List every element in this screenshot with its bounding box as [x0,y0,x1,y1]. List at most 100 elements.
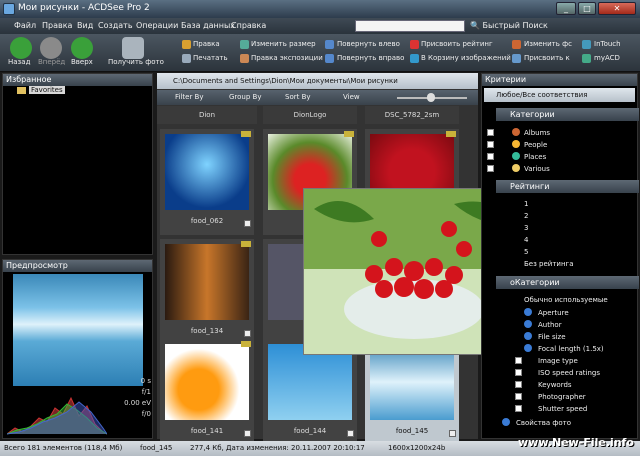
path-bar[interactable]: C:\Documents and Settings\Dion\Мои докум… [157,73,478,89]
file-size-icon [524,332,532,340]
zoom-slider-thumb[interactable] [427,93,435,102]
maximize-button[interactable]: □ [578,2,596,15]
sort-button[interactable]: Sort By [285,93,311,101]
auto-aperture[interactable]: Aperture [538,309,569,317]
auto-photographer[interactable]: Photographer [538,393,586,401]
resize-button[interactable]: Изменить размер [251,40,316,48]
status-info: 277,4 Кб, Дата изменения: 20.11.2007 20:… [190,444,365,452]
rating-5[interactable]: 5 [524,248,528,256]
shutter-checkbox[interactable] [515,405,522,412]
group-button[interactable]: Group By [229,93,261,101]
menu-file[interactable]: Файл [14,21,36,30]
photo-properties[interactable]: Свойства фото [516,419,571,427]
auto-image-type[interactable]: Image type [538,357,578,365]
category-various[interactable]: Various [524,165,550,173]
rating-none[interactable]: Без рейтинга [524,260,574,268]
forward-icon[interactable] [40,37,62,59]
auto-categories-section[interactable]: оКатегории [496,276,639,289]
exposure-button[interactable]: Правка экспозиции [251,54,323,62]
categories-checkbox-places[interactable] [487,153,494,160]
quick-search-label: Быстрый Поиск [482,21,548,30]
category-albums[interactable]: Albums [524,129,550,137]
status-total: Всего 181 элементов (118,4 Мб) [4,444,123,452]
thumb-food-141[interactable]: food_141 [160,339,254,445]
thumb-top-0[interactable]: Dion [157,106,257,124]
intouch-button[interactable]: InTouch [594,40,621,48]
preview-image [13,274,143,386]
preview-header: Предпросмотр [3,260,152,272]
filter-button[interactable]: Filter By [175,93,204,101]
myacd-button[interactable]: myACD [594,54,620,62]
menu-create[interactable]: Создать [98,21,133,30]
menu-operations[interactable]: Операции [136,21,178,30]
menu-edit[interactable]: Правка [42,21,72,30]
categories-checkbox-albums[interactable] [487,129,494,136]
print-button[interactable]: Печатать [193,54,228,62]
app-icon [3,3,15,15]
photographer-checkbox[interactable] [515,393,522,400]
albums-icon [512,128,520,136]
up-icon[interactable] [71,37,93,59]
menu-help[interactable]: Справка [231,21,266,30]
toolbar: Назад Вперёд Вверх Получить фото Правка … [0,34,640,72]
favorites-panel: Избранное Favorites [2,73,153,255]
rating-button[interactable]: Присвоить рейтинг [421,40,493,48]
auto-author[interactable]: Author [538,321,562,329]
basket-button[interactable]: В Корзину изображений [421,54,511,62]
get-photos-label[interactable]: Получить фото [108,58,164,66]
camera-icon[interactable] [122,37,144,59]
back-icon[interactable] [10,37,32,59]
quick-search-input[interactable] [355,20,465,32]
minimize-button[interactable]: _ [556,2,576,15]
myacd-icon [582,54,591,63]
auto-common[interactable]: Обычно используемые [524,296,608,304]
category-places[interactable]: Places [524,153,546,161]
intouch-icon [582,40,591,49]
aperture-icon [524,308,532,316]
favorites-item[interactable]: Favorites [29,86,65,94]
various-icon [512,164,520,172]
change-icon [512,40,521,49]
focal-length-icon [524,344,532,352]
thumb-top-2[interactable]: DSC_5782_2sm [365,106,459,124]
rotate-left-button[interactable]: Повернуть влево [337,40,400,48]
assign-button[interactable]: Присвоить к [524,54,570,62]
rating-3[interactable]: 3 [524,224,528,232]
auto-focal-length[interactable]: Focal length (1.5x) [538,345,604,353]
change-fc-button[interactable]: Изменить фс [524,40,572,48]
categories-checkbox-various[interactable] [487,165,494,172]
auto-iso[interactable]: ISO speed ratings [538,369,600,377]
thumb-top-1[interactable]: DionLogo [263,106,357,124]
auto-file-size[interactable]: File size [538,333,566,341]
view-button[interactable]: View [343,93,360,101]
menu-database[interactable]: База данных [181,21,235,30]
histogram [7,396,107,435]
auto-keywords[interactable]: Keywords [538,381,572,389]
thumb-food-134[interactable]: food_134 [160,239,254,345]
rating-4[interactable]: 4 [524,236,528,244]
props-icon [502,418,510,426]
auto-shutter[interactable]: Shutter speed [538,405,587,413]
quick-search-button[interactable]: 🔍 Быстрый Поиск [470,21,548,30]
ratings-section[interactable]: Рейтинги [496,180,639,193]
rating-2[interactable]: 2 [524,212,528,220]
edit-button[interactable]: Правка [193,40,220,48]
thumb-food-062[interactable]: food_062 [160,129,254,235]
iso-checkbox[interactable] [515,369,522,376]
rotate-right-button[interactable]: Повернуть вправо [337,54,404,62]
categories-section[interactable]: Категории [496,108,639,121]
category-people[interactable]: People [524,141,547,149]
rating-icon [410,40,419,49]
image-type-checkbox[interactable] [515,357,522,364]
criteria-match-select[interactable]: Любое/Все соответствия [484,88,635,102]
status-dims: 1600x1200x24b [388,444,446,452]
menu-view[interactable]: Вид [77,21,93,30]
close-button[interactable]: ✕ [598,2,636,15]
view-bar: Filter By Group By Sort By View [157,90,478,105]
rating-1[interactable]: 1 [524,200,528,208]
people-icon [512,140,520,148]
keywords-checkbox[interactable] [515,381,522,388]
back-label: Назад [8,58,31,66]
preview-aperture: f/0 [141,410,151,418]
categories-checkbox-people[interactable] [487,141,494,148]
